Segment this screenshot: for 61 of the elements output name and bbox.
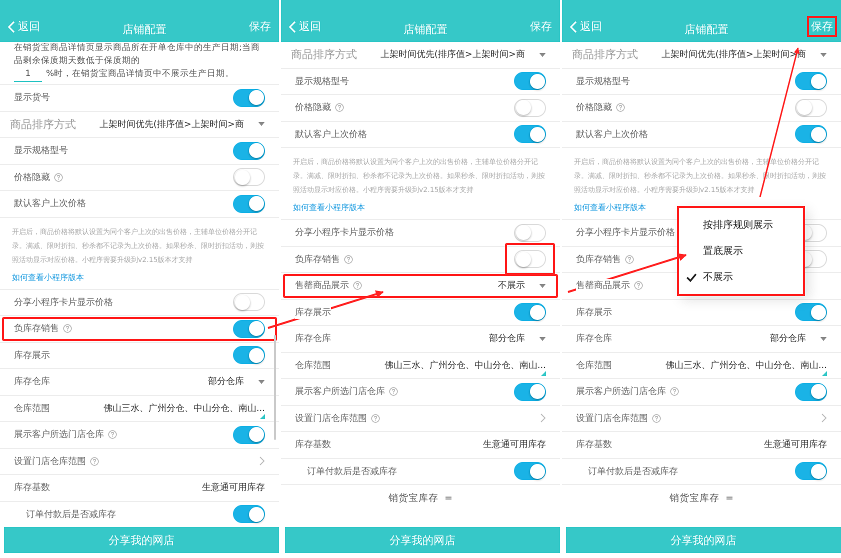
select-value: 上架时间优先(排序值>上架时间>商 <box>99 118 244 131</box>
setting-value: 生意通可用库存 <box>202 482 265 494</box>
setting-label: 仓库范围 <box>295 358 331 372</box>
setting-label: 默认客户上次价格 <box>576 128 648 141</box>
setting-label: 仓库范围 <box>14 402 50 415</box>
setting-label: 展示客户所选门店仓库 <box>576 385 666 398</box>
setting-label: 显示规格型号 <box>576 74 630 88</box>
setting-label: 库存基数 <box>576 438 612 452</box>
page-title: 店铺配置 <box>402 22 448 37</box>
select-value: 不展示 <box>498 280 525 292</box>
setting-label: 价格隐藏 <box>576 101 612 114</box>
setting-value: 生意通可用库存 <box>483 438 546 452</box>
setting-label: 库存仓库 <box>14 375 50 388</box>
setting-label: 售罄商品展示 <box>295 279 349 292</box>
setting-label: 设置门店仓库范围 <box>14 454 86 468</box>
setting-label: 价格隐藏 <box>14 170 50 184</box>
setting-label: 显示规格型号 <box>14 144 68 158</box>
setting-value: 生意通可用库存 <box>764 438 827 452</box>
setting-label: 库存仓库 <box>576 332 612 346</box>
select-value: 部分仓库 <box>489 332 525 346</box>
setting-label: 订单付款后是否减库存 <box>588 464 678 478</box>
setting-label: 库存基数 <box>295 438 331 452</box>
page-title: 店铺配置 <box>684 22 730 37</box>
setting-label: 默认客户上次价格 <box>14 197 86 210</box>
setting-label: 订单付款后是否减库存 <box>307 464 397 478</box>
select-value: 上架时间优先(排序值>上架时间>商 <box>380 48 525 62</box>
page-title: 店铺配置 <box>122 22 168 37</box>
setting-label: 库存基数 <box>14 481 50 494</box>
setting-label: 默认客户上次价格 <box>295 128 367 141</box>
setting-label: 设置门店仓库范围 <box>295 412 367 425</box>
setting-label: 订单付款后是否减库存 <box>26 508 116 521</box>
setting-label: 商品排序方式 <box>10 116 76 132</box>
setting-label: 展示客户所选门店仓库 <box>295 385 385 398</box>
note-text: %时，在销货宝商品详情页中不展示生产日期。 <box>46 68 234 81</box>
setting-label: 负库存销售 <box>576 252 621 266</box>
warehouse-list: 佛山三水、广州分仓、中山分仓、南山... <box>103 402 265 415</box>
setting-label: 售罄商品展示 <box>576 279 630 292</box>
setting-label: 负库存销售 <box>295 252 340 266</box>
setting-label: 显示货号 <box>14 91 50 104</box>
formula-text: 销货宝库存 = <box>388 492 452 504</box>
setting-label: 分享小程序卡片显示价格 <box>14 296 113 309</box>
setting-label: 设置门店仓库范围 <box>576 412 648 425</box>
select-value: 部分仓库 <box>208 376 244 388</box>
setting-label: 分享小程序卡片显示价格 <box>295 226 394 240</box>
setting-label: 商品排序方式 <box>291 47 357 62</box>
setting-label: 库存仓库 <box>295 332 331 346</box>
setting-label: 库存展示 <box>14 348 50 362</box>
select-value: 部分仓库 <box>770 332 806 346</box>
setting-label: 商品排序方式 <box>572 47 638 62</box>
note-text: 在销货宝商品详情页显示商品所在开单仓库中的生产日期;当商品剩余保质期天数低于保质期的 <box>14 42 261 68</box>
setting-label: 负库存销售 <box>14 322 59 336</box>
setting-label: 库存展示 <box>295 306 331 319</box>
formula-text: 销货宝库存 = <box>670 492 734 504</box>
setting-label: 分享小程序卡片显示价格 <box>576 226 675 240</box>
setting-label: 展示客户所选门店仓库 <box>14 428 104 442</box>
warehouse-list: 佛山三水、广州分仓、中山分仓、南山... <box>384 358 546 372</box>
setting-label: 价格隐藏 <box>295 101 331 114</box>
warehouse-list: 佛山三水、广州分仓、中山分仓、南山... <box>665 358 827 372</box>
setting-label: 仓库范围 <box>576 358 612 372</box>
setting-label: 显示规格型号 <box>295 74 349 88</box>
setting-label: 库存展示 <box>576 306 612 319</box>
